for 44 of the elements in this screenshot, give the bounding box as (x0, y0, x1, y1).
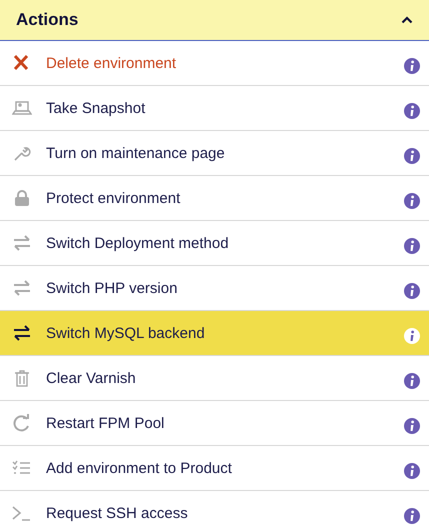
info-icon[interactable] (404, 463, 420, 479)
info-icon[interactable] (404, 58, 420, 74)
action-label: Add environment to Product (46, 460, 233, 476)
action-label: Switch MySQL backend (46, 324, 206, 342)
action-label: Request SSH access (46, 504, 189, 522)
swap-arrows-icon (12, 324, 32, 342)
restart-icon (12, 414, 32, 432)
action-label: Turn on maintenance page (46, 144, 226, 162)
info-icon[interactable] (404, 328, 420, 344)
info-icon[interactable] (404, 283, 420, 299)
info-icon[interactable] (404, 238, 420, 254)
action-label: Switch PHP version (46, 280, 178, 296)
action-item[interactable]: Request SSH access (0, 491, 429, 532)
action-item[interactable]: Switch MySQL backend (0, 311, 429, 356)
action-item[interactable]: Restart FPM Pool (0, 401, 429, 446)
wrench-icon (12, 144, 32, 162)
action-item[interactable]: Protect environment (0, 176, 429, 221)
panel-title: Actions (16, 10, 78, 30)
chevron-icon[interactable] (401, 16, 413, 24)
info-icon[interactable] (404, 103, 420, 119)
action-label: Switch Deployment method (46, 234, 230, 252)
action-item[interactable]: Switch Deployment method (0, 221, 429, 266)
action-item[interactable]: Take Snapshot (0, 86, 429, 131)
lock-icon (12, 189, 32, 207)
trash-icon (12, 369, 32, 387)
info-icon[interactable] (404, 148, 420, 164)
action-label: Restart FPM Pool (46, 414, 166, 432)
swap-arrows-icon (12, 234, 32, 252)
action-label: Take Snapshot (46, 100, 146, 116)
action-label: Delete environment (46, 54, 178, 72)
info-icon[interactable] (404, 373, 420, 389)
swap-arrows-icon (12, 279, 32, 297)
action-item[interactable]: Turn on maintenance page (0, 131, 429, 176)
terminal-icon (12, 504, 32, 522)
panel-header[interactable]: Actions (0, 0, 429, 41)
info-icon[interactable] (404, 193, 420, 209)
action-item[interactable]: Clear Varnish (0, 356, 429, 401)
action-item[interactable]: Delete environment (0, 41, 429, 86)
laptop-icon (12, 99, 32, 117)
info-icon[interactable] (404, 508, 420, 524)
action-label: Clear Varnish (46, 370, 137, 386)
action-label: Protect environment (46, 190, 182, 206)
action-item[interactable]: Add environment to Product (0, 446, 429, 491)
info-icon[interactable] (404, 418, 420, 434)
